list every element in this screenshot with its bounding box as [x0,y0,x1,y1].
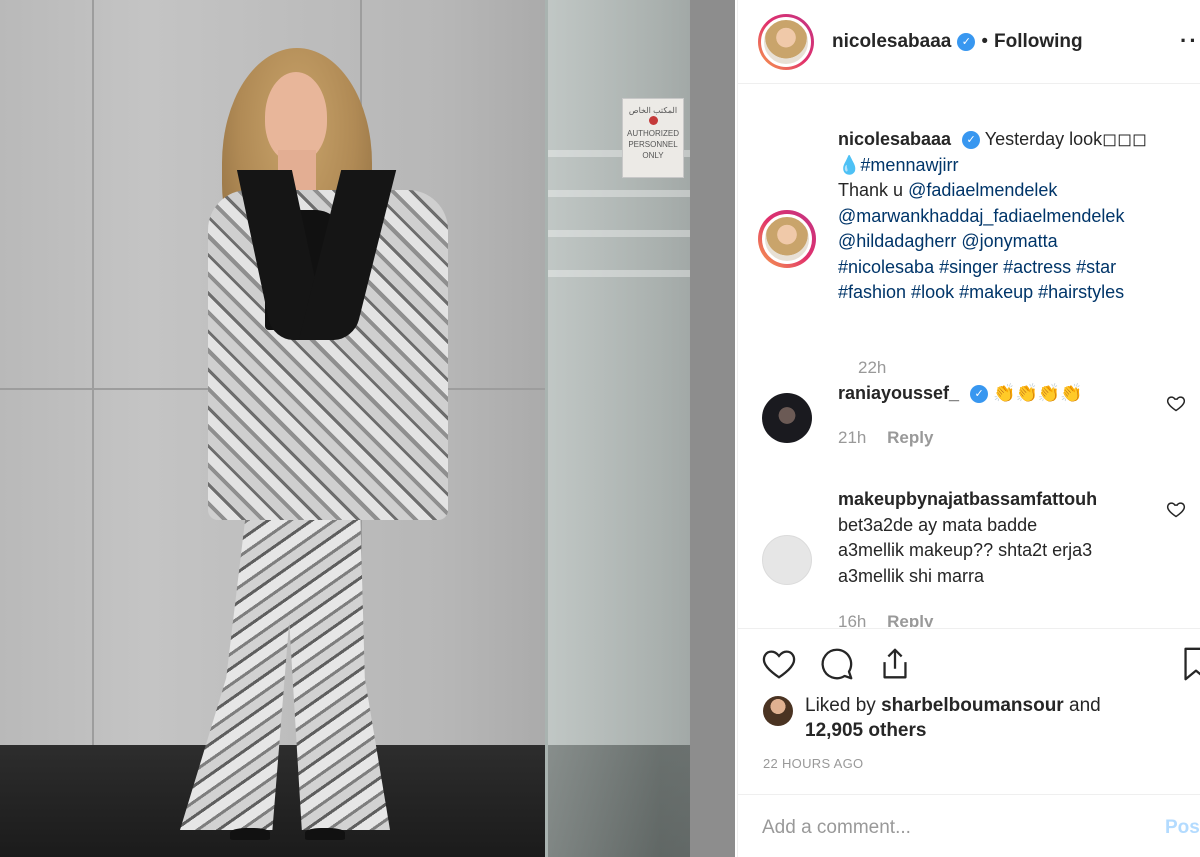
comment-text: bet3a2de ay mata badde [838,514,1038,535]
comment-time[interactable]: 16h [838,612,866,627]
hashtag-links[interactable]: #fashion #look #makeup #hairstyles [838,282,1124,302]
shoe-right [305,828,345,840]
door-frame [690,0,735,857]
commenter-avatar-default-icon[interactable] [762,535,812,585]
save-bookmark-icon[interactable] [1177,645,1200,683]
like-comment-heart-icon[interactable] [1166,499,1186,519]
post-header: nicolesabaaa ✓ • Following ··· [738,0,1200,84]
author-avatar[interactable] [758,13,814,70]
commenter-avatar[interactable] [762,393,812,443]
mention-link[interactable]: @hildadagherr [838,231,956,251]
commenter-username[interactable]: raniayoussef_ [838,383,959,403]
caption-text: nicolesabaaa ✓ Yesterday look◻◻◻ 💧#menna… [838,127,1198,306]
post-photo[interactable]: المكتب الخاص AUTHORIZED PERSONNEL ONLY [0,0,735,857]
caption-thanks: Thank u [838,180,904,200]
face [265,72,327,162]
following-button[interactable]: Following [994,31,1083,53]
likes-text: Liked by sharbelboumansour and 12,905 ot… [805,693,1135,743]
more-options-icon[interactable]: ··· [1180,28,1200,54]
caption-time[interactable]: 22h [858,358,886,378]
post-side-panel: nicolesabaaa ✓ • Following ··· nicolesab… [737,0,1200,857]
comment-meta: 16h Reply [838,612,933,627]
share-icon[interactable] [876,645,914,683]
sign-line: AUTHORIZED [627,129,679,138]
verified-badge-icon: ✓ [970,385,989,403]
reply-button[interactable]: Reply [887,612,933,627]
verified-badge-icon: ✓ [957,32,976,51]
likes-and: and [1069,695,1101,716]
likes-count[interactable]: 12,905 others [805,720,926,741]
like-heart-icon[interactable] [760,645,798,683]
comment-time[interactable]: 21h [838,428,866,447]
caption-username[interactable]: nicolesabaaa [838,129,951,149]
comment-bubble-icon[interactable] [818,645,856,683]
wall-seam [92,0,94,745]
post-actions: Liked by sharbelboumansour and 12,905 ot… [738,628,1200,857]
commenter-username[interactable]: makeupbynajatbassamfattouh [838,489,1097,509]
shoe-left [230,828,270,840]
sign-arabic: المكتب الخاص [628,106,678,115]
hashtag-links[interactable]: #nicolesaba #singer #actress #star [838,257,1116,277]
comment-body: raniayoussef_ ✓ 👏👏👏👏 [838,381,1148,407]
liker-username[interactable]: sharbelboumansour [881,695,1064,716]
droplet-emoji: 💧 [838,154,861,175]
verified-badge-icon: ✓ [962,131,981,149]
hashtag-link[interactable]: #mennawjirr [860,155,958,175]
mention-link[interactable]: @fadiaelmendelek [908,180,1057,200]
post-comment-button[interactable]: Post [1165,817,1200,839]
mention-link[interactable]: @marwankhaddaj_fadiaelmendelek [838,206,1124,226]
avatar-image [762,214,812,264]
avatar-image [761,16,811,67]
caption-line: Yesterday look◻◻◻ [984,129,1148,149]
likes-prefix: Liked by [805,695,876,716]
comments-list[interactable]: nicolesabaaa ✓ Yesterday look◻◻◻ 💧#menna… [738,85,1200,627]
caption-avatar[interactable] [758,210,816,268]
comment-text: 👏👏👏👏 [993,383,1083,403]
mention-link[interactable]: @jonymatta [961,231,1057,251]
glass-stripe [548,230,690,237]
add-comment-input[interactable] [762,813,1122,843]
author-username[interactable]: nicolesabaaa [832,31,951,53]
like-comment-heart-icon[interactable] [1166,393,1186,413]
add-comment-bar: Post [738,794,1200,857]
comment-body: makeupbynajatbassamfattouh bet3a2de ay m… [838,487,1148,589]
reply-button[interactable]: Reply [887,428,933,447]
glass-stripe [548,270,690,277]
comment-text: a3mellik shi marra [838,565,985,586]
action-icons [760,645,914,683]
no-entry-icon [648,116,658,125]
post-timestamp[interactable]: 22 HOURS AGO [763,756,863,771]
liker-avatar[interactable] [763,696,793,726]
sign-line: PERSONNEL ONLY [628,140,678,160]
woman-figure [170,40,470,857]
comment-meta: 21h Reply [838,428,933,448]
door-sign: المكتب الخاص AUTHORIZED PERSONNEL ONLY [622,98,684,178]
glass-stripe [548,190,690,197]
separator-dot: • [981,30,988,52]
comment-text: a3mellik makeup?? shta2t erja3 [838,540,1093,560]
likes-summary: Liked by sharbelboumansour and 12,905 ot… [763,693,1135,743]
